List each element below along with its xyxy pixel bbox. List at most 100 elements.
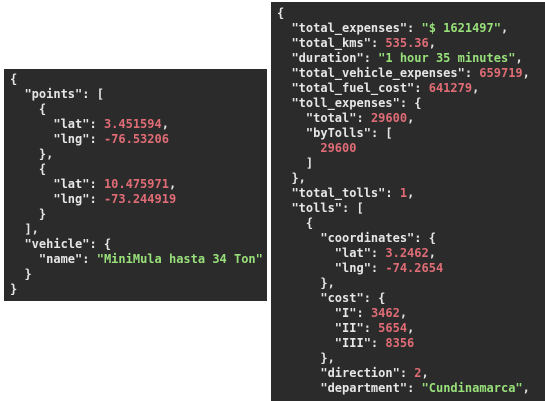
code-line: 29600: [277, 141, 545, 156]
json-key: "total": [305, 111, 357, 125]
json-punctuation: ,: [515, 51, 523, 65]
json-key: "tolls": [291, 201, 343, 215]
json-number: 659719: [479, 66, 523, 80]
code-line: "total_expenses": "$ 1621497",: [277, 21, 545, 36]
json-request-code: { "points": [ { "lat": 3.451594, "lng": …: [10, 72, 267, 297]
code-line: "total_fuel_cost": 641279,: [277, 81, 545, 96]
json-key: "duration": [291, 51, 364, 65]
json-number: 29600: [370, 111, 408, 125]
code-line: "lng": -76.53206: [10, 132, 267, 147]
json-punctuation: [277, 291, 320, 305]
json-punctuation: ,: [428, 36, 436, 50]
json-key: "vehicle": [24, 237, 90, 251]
code-line: },: [277, 351, 545, 366]
code-line: }: [10, 282, 267, 297]
code-line: },: [10, 147, 267, 162]
json-punctuation: ,: [472, 81, 480, 95]
code-line: "total_tolls": 1,: [277, 186, 545, 201]
json-punctuation: }: [10, 267, 32, 281]
json-punctuation: : [: [342, 201, 364, 215]
json-punctuation: :: [356, 306, 371, 320]
code-line: "points": [: [10, 87, 267, 102]
json-response-panel: { "total_expenses": "$ 1621497", "total_…: [271, 2, 545, 401]
code-line: }: [10, 267, 267, 282]
code-line: },: [277, 276, 545, 291]
json-string: "1 hour 35 minutes": [378, 51, 516, 65]
code-line: "department": "Cundinamarca",: [277, 381, 545, 396]
code-line: ],: [10, 222, 267, 237]
json-punctuation: ,: [522, 66, 530, 80]
json-punctuation: [10, 177, 53, 191]
json-key: "lat": [53, 117, 90, 131]
json-request-panel: { "points": [ { "lat": 3.451594, "lng": …: [4, 69, 267, 301]
code-line: {: [10, 72, 267, 87]
json-punctuation: [277, 231, 320, 245]
json-punctuation: :: [82, 252, 97, 266]
json-punctuation: }: [10, 207, 47, 221]
json-punctuation: :: [89, 192, 104, 206]
json-number: 8356: [385, 336, 415, 350]
json-punctuation: :: [356, 111, 371, 125]
code-line: "toll_expenses": {: [277, 96, 545, 111]
json-punctuation: ,: [500, 21, 509, 35]
json-punctuation: },: [277, 351, 335, 365]
json-key: "toll_expenses": [291, 96, 400, 110]
json-string: "Cundinamarca": [421, 381, 523, 395]
json-punctuation: [277, 21, 291, 35]
json-punctuation: :: [370, 246, 386, 260]
json-number: 3.2462: [385, 246, 429, 260]
json-punctuation: :: [464, 66, 480, 80]
json-punctuation: [277, 246, 335, 260]
json-key: "department": [320, 381, 408, 395]
json-punctuation: :: [370, 261, 386, 275]
json-punctuation: :: [385, 186, 400, 200]
json-punctuation: {: [10, 72, 18, 86]
code-line: "coordinates": {: [277, 231, 545, 246]
json-key: "total_tolls": [291, 186, 386, 200]
json-key: "lng": [334, 261, 371, 275]
json-number: 1: [399, 186, 408, 200]
json-response-code: { "total_expenses": "$ 1621497", "total_…: [277, 6, 545, 396]
json-punctuation: [277, 126, 306, 140]
json-punctuation: ],: [10, 222, 39, 236]
json-key: "total_fuel_cost": [291, 81, 415, 95]
code-line: {: [10, 162, 267, 177]
json-key: "direction": [320, 366, 400, 380]
json-punctuation: },: [277, 171, 306, 185]
json-key: "II": [334, 321, 364, 335]
json-punctuation: [277, 366, 320, 380]
json-number: 10.475971: [103, 177, 169, 191]
json-number: 3.451594: [103, 117, 162, 131]
code-line: "I": 3462,: [277, 306, 545, 321]
code-line: {: [10, 102, 267, 117]
json-key: "name": [38, 252, 83, 266]
json-punctuation: : {: [399, 96, 422, 110]
json-number: -76.53206: [103, 132, 169, 146]
json-punctuation: [277, 111, 306, 125]
json-number: -74.2654: [385, 261, 444, 275]
json-punctuation: [277, 321, 335, 335]
code-line: }: [10, 207, 267, 222]
json-punctuation: ,: [168, 177, 177, 191]
json-punctuation: : [: [370, 126, 393, 140]
json-number: 535.36: [385, 36, 429, 50]
json-number: 641279: [428, 81, 473, 95]
code-line: "lng": -74.2654: [277, 261, 545, 276]
json-punctuation: :: [370, 36, 386, 50]
json-punctuation: [277, 51, 291, 65]
json-punctuation: :: [399, 366, 415, 380]
json-punctuation: :: [363, 321, 379, 335]
json-number: 3462: [370, 306, 400, 320]
json-punctuation: [10, 132, 53, 146]
json-punctuation: :: [89, 177, 104, 191]
json-punctuation: [10, 117, 53, 131]
json-punctuation: ]: [277, 156, 314, 170]
json-key: "points": [24, 87, 83, 101]
json-number: 5654: [378, 321, 408, 335]
json-punctuation: : {: [414, 231, 436, 245]
json-punctuation: [277, 261, 335, 275]
code-line: "lng": -73.244919: [10, 192, 267, 207]
json-punctuation: :: [414, 81, 429, 95]
code-line: "total_vehicle_expenses": 659719,: [277, 66, 545, 81]
json-punctuation: :: [407, 381, 422, 395]
